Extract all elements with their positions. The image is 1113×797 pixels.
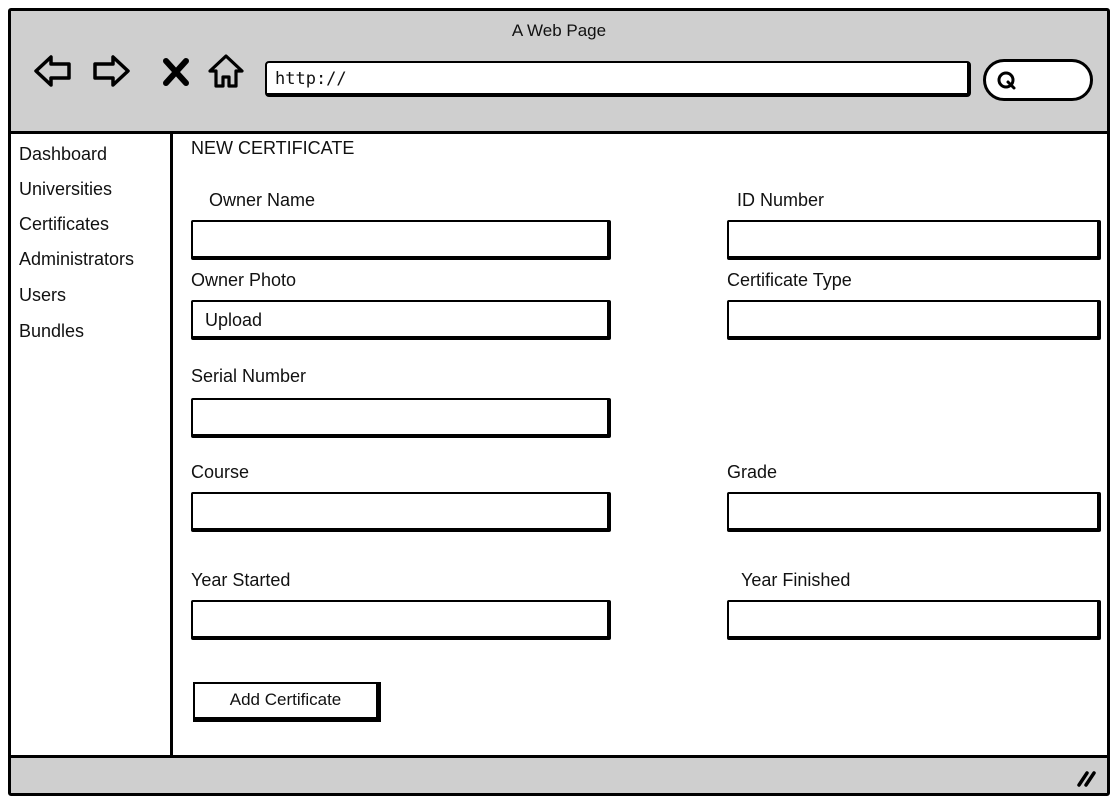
certificate-type-label: Certificate Type [727, 270, 852, 290]
sidebar-item-universities[interactable]: Universities [19, 179, 112, 200]
add-certificate-button[interactable]: Add Certificate [193, 682, 381, 722]
address-bar[interactable]: http:// [265, 61, 971, 97]
certificate-type-field[interactable] [727, 300, 1101, 340]
id-number-field[interactable] [727, 220, 1101, 260]
browser-toolbar: A Web Page http:// [11, 11, 1107, 134]
owner-name-field[interactable] [191, 220, 611, 260]
sidebar-nav: Dashboard Universities Certificates Admi… [11, 134, 173, 764]
forward-arrow-icon[interactable] [91, 51, 131, 91]
id-number-label: ID Number [737, 190, 825, 210]
grade-field[interactable] [727, 492, 1101, 532]
close-icon[interactable] [161, 51, 191, 91]
serial-number-field[interactable] [191, 398, 611, 438]
resize-grip-icon[interactable] [1073, 765, 1097, 789]
course-label: Course [191, 462, 250, 482]
owner-photo-upload[interactable]: Upload [191, 300, 611, 340]
sidebar-item-dashboard[interactable]: Dashboard [19, 144, 107, 165]
year-finished-field[interactable] [727, 600, 1101, 640]
owner-photo-label: Owner Photo [191, 270, 297, 290]
owner-name-label: Owner Name [209, 190, 316, 210]
home-icon[interactable] [206, 51, 246, 91]
search-icon [997, 71, 1016, 90]
page-title: NEW CERTIFICATE [191, 138, 355, 158]
search-box[interactable] [983, 59, 1093, 101]
sidebar-item-administrators[interactable]: Administrators [19, 249, 134, 270]
sidebar-item-bundles[interactable]: Bundles [19, 321, 84, 342]
course-field[interactable] [191, 492, 611, 532]
grade-label: Grade [727, 462, 778, 482]
sidebar-item-users[interactable]: Users [19, 285, 66, 306]
year-started-label: Year Started [191, 570, 291, 590]
window-title: A Web Page [511, 21, 607, 40]
status-bar [11, 755, 1107, 793]
certificate-form: NEW CERTIFICATE Owner Name ID Number Own… [173, 134, 1107, 764]
sidebar-item-certificates[interactable]: Certificates [19, 214, 109, 235]
year-started-field[interactable] [191, 600, 611, 640]
browser-window: A Web Page http:// Dashboard Universitie… [8, 8, 1110, 796]
serial-number-label: Serial Number [191, 366, 307, 386]
back-arrow-icon[interactable] [33, 51, 73, 91]
year-finished-label: Year Finished [741, 570, 851, 590]
